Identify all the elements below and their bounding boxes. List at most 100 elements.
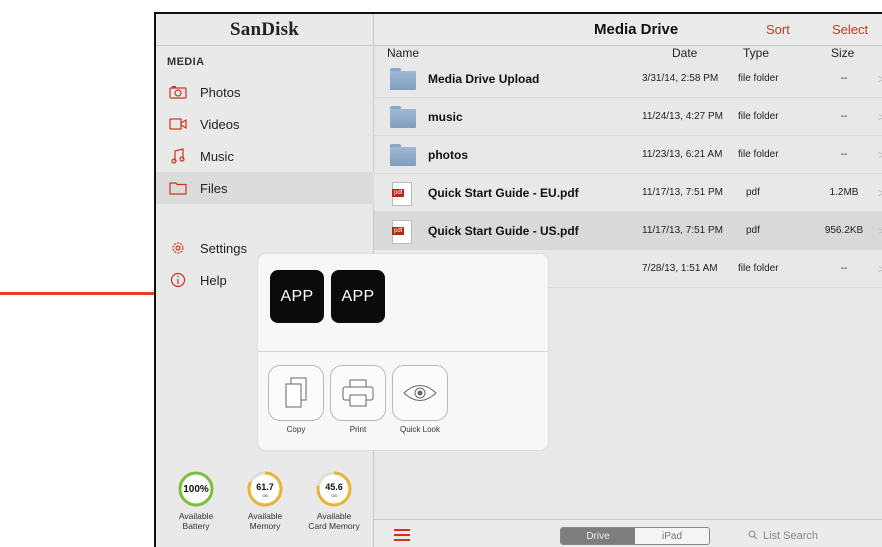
file-type: pdf bbox=[746, 187, 760, 198]
file-type: file folder bbox=[738, 111, 779, 122]
file-name: Quick Start Guide - US.pdf bbox=[428, 223, 579, 238]
table-row[interactable]: music 11/24/13, 4:27 PM file folder -- > bbox=[374, 98, 882, 136]
sidebar-item-files[interactable]: Files bbox=[156, 172, 374, 204]
page-title: Media Drive bbox=[594, 21, 679, 38]
column-headers: Name Date Type Size bbox=[374, 46, 882, 60]
folder-icon bbox=[168, 179, 188, 197]
action-label: Copy bbox=[286, 425, 306, 434]
file-type: file folder bbox=[738, 73, 779, 84]
memory-gauge: 61.7 GB Available Memory bbox=[230, 469, 300, 531]
gauge-value: 100% bbox=[183, 484, 209, 495]
pdf-icon: pdf bbox=[390, 181, 416, 206]
file-name: music bbox=[428, 109, 463, 124]
file-size: 956.2KB bbox=[824, 225, 864, 236]
camera-icon bbox=[168, 83, 188, 101]
app-tile[interactable]: APP bbox=[331, 270, 385, 323]
info-icon bbox=[168, 271, 188, 289]
sidebar-item-label: Videos bbox=[200, 116, 240, 132]
action-label: Quick Look bbox=[399, 425, 441, 434]
brand-logo: SanDisk bbox=[156, 14, 373, 46]
segment-ipad[interactable]: iPad bbox=[635, 528, 709, 544]
music-icon bbox=[168, 147, 188, 165]
quick-look-action[interactable]: Quick Look bbox=[392, 365, 448, 434]
gauge-ring: 100% bbox=[178, 471, 214, 507]
storage-gauges: 100% Available Battery 61.7 GB Available M… bbox=[156, 469, 374, 547]
card-memory-gauge: 45.6 GB Available Card Memory bbox=[299, 469, 369, 531]
section-label-media: MEDIA bbox=[167, 56, 205, 68]
file-date: 11/23/13, 6:21 AM bbox=[642, 149, 723, 160]
chevron-right-icon: > bbox=[878, 224, 882, 238]
chevron-right-icon: > bbox=[878, 262, 882, 276]
copy-icon bbox=[285, 377, 307, 408]
file-date: 11/24/13, 4:27 PM bbox=[642, 111, 723, 122]
table-row[interactable]: pdf Quick Start Guide - EU.pdf 11/17/13,… bbox=[374, 174, 882, 212]
table-row[interactable]: pdf Quick Start Guide - US.pdf 11/17/13,… bbox=[374, 212, 882, 250]
gear-icon bbox=[168, 239, 188, 257]
menu-icon[interactable] bbox=[394, 529, 410, 541]
column-header-name[interactable]: Name bbox=[387, 46, 419, 60]
app-tile[interactable]: APP bbox=[270, 270, 324, 323]
table-row[interactable]: photos 11/23/13, 6:21 AM file folder -- … bbox=[374, 136, 882, 174]
table-row[interactable]: Media Drive Upload 3/31/14, 2:58 PM file… bbox=[374, 60, 882, 98]
file-date: 7/28/13, 1:51 AM bbox=[642, 263, 718, 274]
folder-icon bbox=[390, 143, 416, 166]
battery-gauge: 100% Available Battery bbox=[161, 469, 231, 531]
search-input[interactable]: List Search bbox=[734, 527, 882, 545]
gauge-ring: 45.6 GB bbox=[316, 471, 352, 507]
gauge-caption: Available Memory bbox=[247, 511, 283, 531]
file-size: -- bbox=[840, 263, 848, 274]
chevron-right-icon: > bbox=[878, 186, 882, 200]
file-type: file folder bbox=[738, 149, 779, 160]
source-segmented-control: Drive iPad bbox=[560, 527, 710, 545]
navigation-bar: Media Drive Sort Select bbox=[374, 14, 882, 46]
pdf-icon: pdf bbox=[390, 219, 416, 244]
bottom-toolbar: Drive iPad List Search bbox=[374, 519, 882, 547]
gauge-value: 61.7 bbox=[256, 482, 274, 492]
folder-icon bbox=[390, 105, 416, 128]
action-label: Print bbox=[349, 425, 367, 434]
search-placeholder: List Search bbox=[763, 530, 819, 542]
sort-button[interactable]: Sort bbox=[766, 22, 790, 37]
folder-icon bbox=[390, 67, 416, 90]
video-icon bbox=[168, 115, 188, 133]
gauge-unit: GB bbox=[331, 493, 337, 498]
divider bbox=[258, 351, 548, 352]
file-date: 3/31/14, 2:58 PM bbox=[642, 73, 719, 84]
share-popover: APP APP Copy Print Quick Look bbox=[258, 254, 548, 450]
column-header-type[interactable]: Type bbox=[743, 46, 769, 60]
print-action[interactable]: Print bbox=[330, 365, 386, 434]
copy-action[interactable]: Copy bbox=[268, 365, 324, 434]
gauge-caption: Available Battery bbox=[178, 511, 214, 531]
search-icon bbox=[748, 530, 758, 543]
sidebar-item-music[interactable]: Music bbox=[156, 140, 374, 172]
sidebar-item-videos[interactable]: Videos bbox=[156, 108, 374, 140]
print-icon bbox=[342, 379, 374, 407]
column-header-date[interactable]: Date bbox=[672, 46, 697, 60]
sidebar-item-photos[interactable]: Photos bbox=[156, 76, 374, 108]
chevron-right-icon: > bbox=[878, 148, 882, 162]
sidebar-item-label: Settings bbox=[200, 240, 247, 256]
file-type: file folder bbox=[738, 263, 779, 274]
file-name: Quick Start Guide - EU.pdf bbox=[428, 185, 579, 200]
file-size: -- bbox=[840, 149, 848, 160]
file-name: Media Drive Upload bbox=[428, 71, 540, 86]
file-type: pdf bbox=[746, 225, 760, 236]
chevron-right-icon: > bbox=[878, 110, 882, 124]
eye-icon bbox=[403, 385, 437, 401]
gauge-ring: 61.7 GB bbox=[247, 471, 283, 507]
select-button[interactable]: Select bbox=[832, 22, 868, 37]
sidebar-item-label: Photos bbox=[200, 84, 241, 100]
sidebar-item-label: Music bbox=[200, 148, 234, 164]
file-name: photos bbox=[428, 147, 468, 162]
file-size: -- bbox=[840, 73, 848, 84]
file-size: 1.2MB bbox=[829, 187, 859, 198]
gauge-value: 45.6 bbox=[325, 482, 343, 492]
file-date: 11/17/13, 7:51 PM bbox=[642, 225, 723, 236]
sidebar-item-label: Help bbox=[200, 272, 227, 288]
gauge-caption: Available Card Memory bbox=[308, 511, 360, 531]
chevron-right-icon: > bbox=[878, 72, 882, 86]
gauge-unit: GB bbox=[262, 493, 268, 498]
segment-drive[interactable]: Drive bbox=[561, 528, 635, 544]
column-header-size[interactable]: Size bbox=[831, 46, 854, 60]
sidebar-item-label: Files bbox=[200, 180, 228, 196]
